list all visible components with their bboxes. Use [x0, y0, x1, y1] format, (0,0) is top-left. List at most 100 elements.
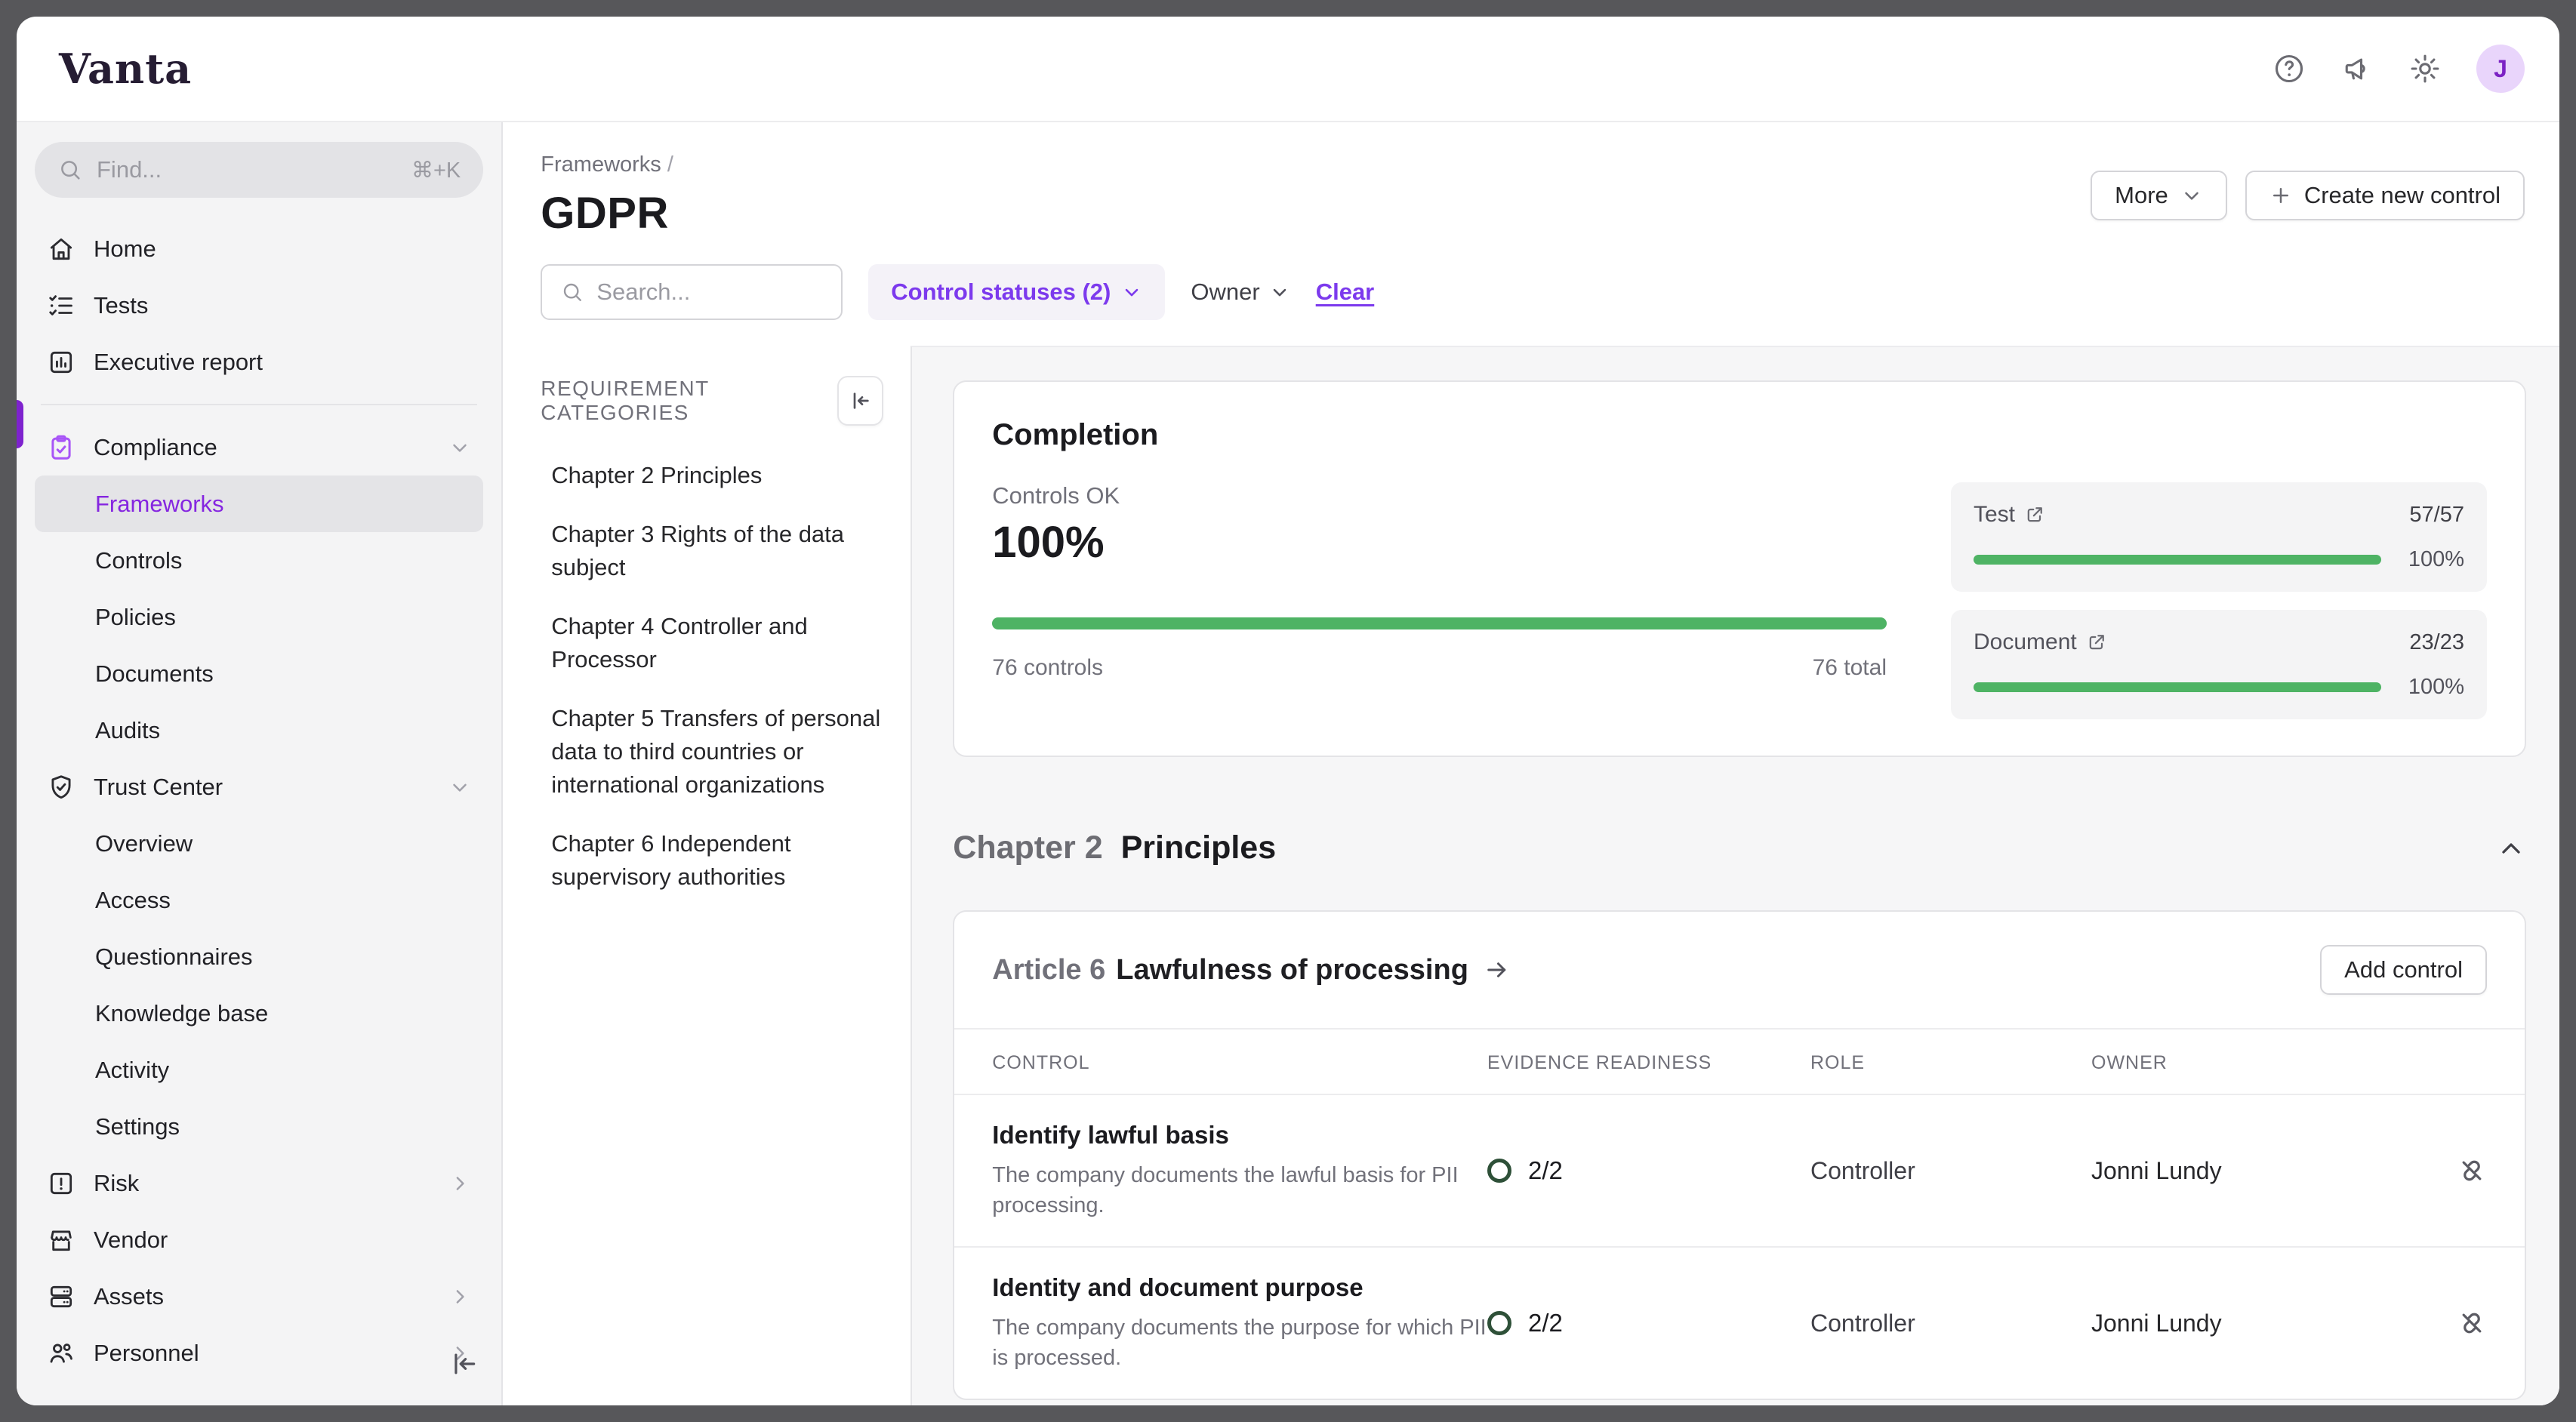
category-item[interactable]: Chapter 5 Transfers of personal data to … — [551, 702, 883, 802]
sidebar-item-assets[interactable]: Assets — [35, 1268, 483, 1325]
controls-table-header: CONTROL EVIDENCE READINESS ROLE OWNER — [954, 1028, 2525, 1094]
app-window: Vanta J ⌘+K — [17, 17, 2559, 1405]
role-cell: Controller — [1810, 1157, 2091, 1185]
breadcrumb-frameworks[interactable]: Frameworks — [541, 152, 661, 177]
chevron-down-icon — [2180, 184, 2203, 207]
more-button-label: More — [2115, 182, 2168, 209]
announcements-icon[interactable] — [2340, 52, 2374, 85]
sidebar-item-settings[interactable]: Settings — [35, 1098, 483, 1155]
sidebar-item-policies[interactable]: Policies — [35, 589, 483, 645]
document-percent: 100% — [2401, 675, 2464, 700]
sidebar-item-compliance[interactable]: Compliance — [35, 419, 483, 476]
owner-cell: Jonni Lundy — [2091, 1157, 2419, 1185]
completion-stats: Test 57/57 100% — [1951, 482, 2487, 719]
sidebar-item-vendor[interactable]: Vendor — [35, 1211, 483, 1268]
sidebar-item-tests[interactable]: Tests — [35, 277, 483, 334]
checklist-icon — [47, 291, 75, 320]
requirement-categories-title: REQUIREMENT CATEGORIES — [541, 377, 837, 425]
sidebar-item-label: Home — [94, 235, 156, 263]
sidebar-item-questionnaires[interactable]: Questionnaires — [35, 928, 483, 985]
find-shortcut: ⌘+K — [411, 157, 461, 183]
sidebar-item-personnel[interactable]: Personnel — [35, 1325, 483, 1381]
clipboard-check-icon — [47, 433, 75, 462]
sidebar-item-label: Audits — [95, 717, 160, 744]
sidebar-item-risk[interactable]: Risk — [35, 1155, 483, 1211]
breadcrumb-separator: / — [667, 152, 673, 177]
plus-icon — [2269, 184, 2292, 207]
user-avatar[interactable]: J — [2476, 45, 2525, 93]
sidebar-item-knowledge-base[interactable]: Knowledge base — [35, 985, 483, 1042]
collapse-section-button[interactable] — [2496, 833, 2526, 863]
requirement-categories-panel: REQUIREMENT CATEGORIES Chapter 2 Princip… — [503, 346, 911, 1405]
add-control-button[interactable]: Add control — [2320, 945, 2487, 995]
chevron-right-icon — [448, 1172, 471, 1195]
sidebar-item-label: Documents — [95, 660, 214, 688]
alert-square-icon — [47, 1169, 75, 1198]
sidebar-item-label: Knowledge base — [95, 1000, 268, 1027]
find-input[interactable] — [97, 156, 398, 183]
category-item[interactable]: Chapter 3 Rights of the data subject — [551, 518, 883, 584]
sidebar-item-frameworks[interactable]: Frameworks — [35, 476, 483, 532]
sidebar-item-overview[interactable]: Overview — [35, 815, 483, 872]
sidebar-item-trust-center[interactable]: Trust Center — [35, 759, 483, 815]
external-link-icon — [2086, 632, 2107, 653]
sidebar-item-label: Risk — [94, 1170, 139, 1197]
collapse-sidebar-icon[interactable] — [450, 1350, 479, 1378]
collapse-panel-button[interactable] — [837, 376, 883, 426]
sidebar-item-executive-report[interactable]: Executive report — [35, 334, 483, 390]
sidebar-item-home[interactable]: Home — [35, 220, 483, 277]
category-item[interactable]: Chapter 4 Controller and Processor — [551, 610, 883, 676]
control-description: The company documents the lawful basis f… — [992, 1160, 1487, 1220]
controls-count: 76 controls — [992, 655, 1103, 681]
active-section-indicator — [17, 400, 23, 448]
sidebar-item-label: Compliance — [94, 434, 217, 461]
breadcrumb[interactable]: Frameworks / — [541, 152, 673, 177]
sidebar-item-controls[interactable]: Controls — [35, 532, 483, 589]
control-statuses-filter[interactable]: Control statuses (2) — [868, 264, 1165, 320]
sidebar-item-label: Controls — [95, 547, 182, 574]
settings-gear-icon[interactable] — [2408, 52, 2442, 85]
test-stat-name[interactable]: Test — [1974, 502, 2045, 528]
sidebar: ⌘+K Home Tests Executive report — [17, 122, 503, 1405]
chevron-down-icon — [448, 776, 471, 799]
unlink-control-icon[interactable] — [2457, 1156, 2487, 1186]
document-stat-name[interactable]: Document — [1974, 629, 2107, 655]
sidebar-item-label: Tests — [94, 292, 148, 319]
sidebar-item-label: Activity — [95, 1057, 169, 1084]
storefront-icon — [47, 1226, 75, 1254]
content-area: REQUIREMENT CATEGORIES Chapter 2 Princip… — [503, 346, 2559, 1405]
clear-filters-link[interactable]: Clear — [1316, 279, 1375, 306]
column-role: ROLE — [1810, 1052, 2091, 1074]
control-name[interactable]: Identity and document purpose — [992, 1273, 1487, 1302]
control-row[interactable]: Identity and document purpose The compan… — [954, 1246, 2525, 1399]
sidebar-item-label: Vendor — [94, 1227, 168, 1254]
server-icon — [47, 1282, 75, 1311]
control-name[interactable]: Identify lawful basis — [992, 1121, 1487, 1150]
find-search[interactable]: ⌘+K — [35, 142, 483, 198]
control-row[interactable]: Identify lawful basis The company docume… — [954, 1094, 2525, 1246]
sidebar-item-audits[interactable]: Audits — [35, 702, 483, 759]
search-icon — [560, 280, 584, 304]
search-input[interactable] — [596, 279, 823, 306]
create-new-control-button[interactable]: Create new control — [2245, 171, 2525, 220]
sidebar-item-activity[interactable]: Activity — [35, 1042, 483, 1098]
more-button[interactable]: More — [2091, 171, 2227, 220]
page-header-actions: More Create new control — [2091, 171, 2525, 220]
sidebar-item-access[interactable]: Access — [35, 872, 483, 928]
category-item[interactable]: Chapter 6 Independent supervisory author… — [551, 827, 883, 894]
sidebar-divider — [41, 404, 477, 405]
owner-filter[interactable]: Owner — [1191, 279, 1290, 306]
sidebar-item-documents[interactable]: Documents — [35, 645, 483, 702]
category-item[interactable]: Chapter 2 Principles — [551, 459, 883, 492]
unlink-control-icon[interactable] — [2457, 1308, 2487, 1338]
owner-cell: Jonni Lundy — [2091, 1310, 2419, 1337]
article-6-title-link[interactable]: Article 6 Lawfulness of processing — [992, 954, 1511, 986]
chapter-title: Principles — [1121, 830, 1277, 866]
search-box[interactable] — [541, 264, 843, 320]
help-icon[interactable] — [2272, 52, 2306, 85]
owner-filter-label: Owner — [1191, 279, 1259, 306]
page-header: Frameworks / GDPR More Create new contro… — [503, 122, 2559, 239]
column-evidence-readiness: EVIDENCE READINESS — [1487, 1052, 1810, 1074]
filter-bar: Control statuses (2) Owner Clear — [503, 239, 2559, 346]
controls-total: 76 total — [1813, 655, 1887, 681]
